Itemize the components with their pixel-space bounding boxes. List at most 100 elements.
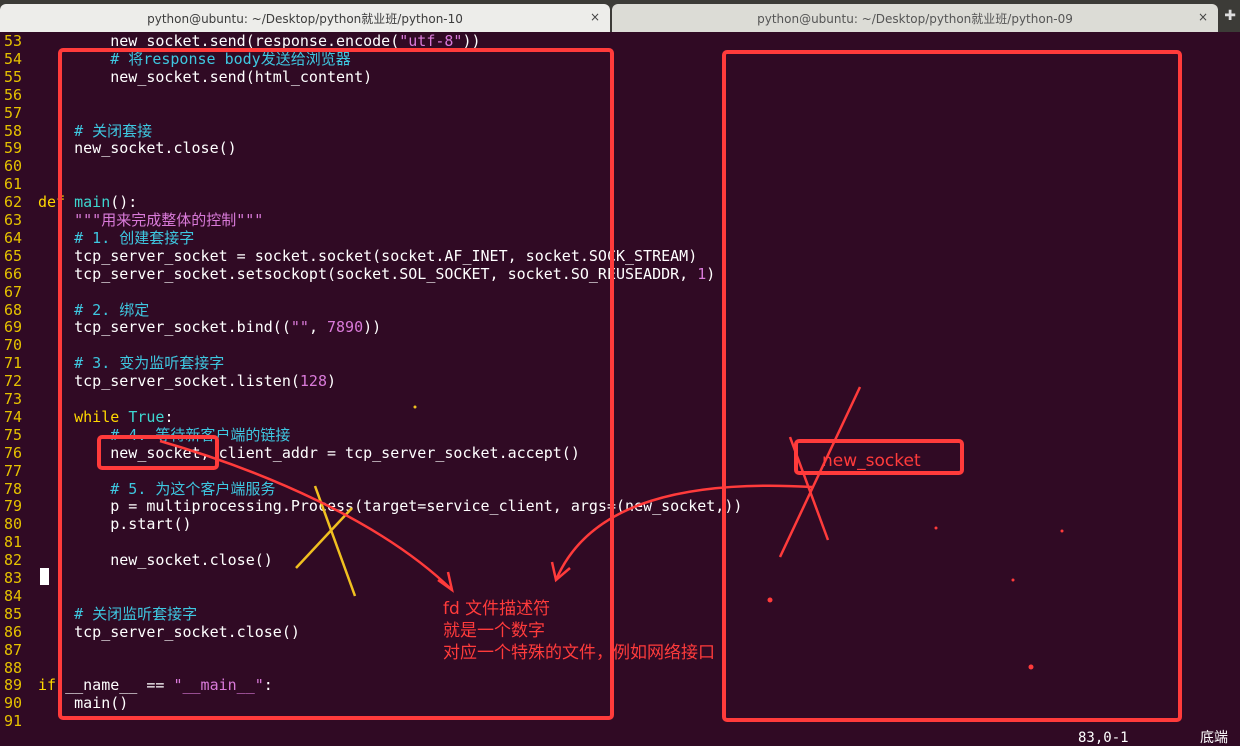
code-token: if bbox=[38, 676, 66, 695]
line-number: 59 bbox=[4, 139, 23, 158]
code-line: 64 # 1. 创建套接字 bbox=[0, 229, 194, 247]
code-line: 78 # 5. 为这个客户端服务 bbox=[0, 480, 275, 498]
code-token: tcp_server_socket.setsockopt(socket.SOL_… bbox=[38, 264, 698, 283]
line-number: 55 bbox=[4, 67, 23, 86]
code-line: 72 tcp_server_socket.listen(128) bbox=[0, 372, 336, 390]
line-number: 57 bbox=[4, 103, 23, 122]
line-number: 60 bbox=[4, 157, 23, 176]
code-token: 1 bbox=[697, 264, 707, 283]
code-line: 90 main() bbox=[0, 694, 128, 712]
code-token: : bbox=[263, 676, 273, 695]
line-number: 75 bbox=[4, 425, 23, 444]
code-line: 61 bbox=[0, 175, 38, 193]
code-line: 67 bbox=[0, 283, 38, 301]
code-token: # 关闭套接 bbox=[38, 121, 153, 140]
line-number: 73 bbox=[4, 390, 23, 408]
line-number: 71 bbox=[4, 354, 23, 373]
line-number: 72 bbox=[4, 372, 23, 391]
code-token: p.start() bbox=[38, 515, 192, 534]
code-token: "utf-8" bbox=[399, 32, 463, 50]
line-number: 76 bbox=[4, 443, 23, 462]
code-token: new_socket.close() bbox=[38, 139, 237, 158]
code-line: 84 bbox=[0, 587, 38, 605]
tab-label: python@ubuntu: ~/Desktop/python就业班/pytho… bbox=[757, 11, 1073, 26]
dot bbox=[934, 526, 938, 530]
process-highlight-box bbox=[722, 50, 1182, 722]
line-number: 67 bbox=[4, 282, 23, 301]
code-line: 55 new_socket.send(html_content) bbox=[0, 68, 372, 86]
dot bbox=[413, 405, 417, 409]
tab-python-10[interactable]: python@ubuntu: ~/Desktop/python就业班/pytho… bbox=[0, 4, 610, 32]
line-number: 56 bbox=[4, 85, 23, 104]
code-line: 85 # 关闭监听套接字 bbox=[0, 605, 197, 623]
code-line: 69 tcp_server_socket.bind(("", 7890)) bbox=[0, 318, 381, 336]
code-token: # 5. 为这个客户端服务 bbox=[38, 479, 276, 498]
code-token: new_socket.send(response.encode( bbox=[38, 32, 400, 50]
line-number: 54 bbox=[4, 49, 23, 68]
code-token: 128 bbox=[299, 372, 327, 391]
code-token: p = multiprocessing.Process(target=servi… bbox=[38, 497, 743, 516]
code-token: __name__ == bbox=[65, 676, 174, 695]
tab-bar: python@ubuntu: ~/Desktop/python就业班/pytho… bbox=[0, 0, 1240, 32]
line-number: 81 bbox=[4, 533, 23, 552]
line-number: 79 bbox=[4, 497, 23, 516]
close-icon[interactable]: × bbox=[590, 10, 600, 24]
code-line: 53 new_socket.send(response.encode("utf-… bbox=[0, 32, 481, 50]
fd-note-line-1: fd 文件描述符 bbox=[443, 599, 551, 619]
line-number: 66 bbox=[4, 264, 23, 283]
fd-note-line-3: 对应一个特殊的文件，例如网络接口 bbox=[443, 643, 715, 663]
dot bbox=[1028, 664, 1034, 670]
code-token: ) bbox=[327, 372, 337, 391]
line-number: 58 bbox=[4, 121, 23, 140]
new-socket-label: new_socket bbox=[822, 451, 921, 471]
line-number: 85 bbox=[4, 604, 23, 623]
code-line: 77 bbox=[0, 462, 38, 480]
code-token: "" bbox=[290, 318, 309, 337]
tab-label: python@ubuntu: ~/Desktop/python就业班/pytho… bbox=[147, 11, 463, 26]
code-line: 58 # 关闭套接 bbox=[0, 122, 152, 140]
close-icon[interactable]: × bbox=[1198, 10, 1208, 24]
code-line: 60 bbox=[0, 157, 38, 175]
line-number: 53 bbox=[4, 32, 23, 50]
arrowhead bbox=[550, 561, 571, 583]
code-line: 82 new_socket.close() bbox=[0, 551, 273, 569]
line-number: 91 bbox=[4, 712, 23, 731]
code-line: 74 while True: bbox=[0, 408, 173, 426]
code-token: )) bbox=[363, 318, 382, 337]
red-cross-line bbox=[778, 386, 862, 558]
scroll-indicator: 底端 bbox=[1200, 730, 1228, 746]
tab-python-09[interactable]: python@ubuntu: ~/Desktop/python就业班/pytho… bbox=[612, 4, 1218, 32]
line-number: 77 bbox=[4, 461, 23, 480]
code-line: 76 new_socket, client_addr = tcp_server_… bbox=[0, 444, 580, 462]
dot bbox=[1060, 529, 1064, 533]
code-token: new_socket, client_addr = tcp_server_soc… bbox=[38, 443, 580, 462]
line-number: 70 bbox=[4, 336, 23, 355]
code-line: 56 bbox=[0, 86, 38, 104]
line-number: 61 bbox=[4, 175, 23, 194]
code-token: # 2. 绑定 bbox=[38, 300, 150, 319]
code-line: 89 if __name__ == "__main__": bbox=[0, 676, 273, 694]
code-line: 57 bbox=[0, 104, 38, 122]
line-number: 87 bbox=[4, 640, 23, 659]
code-line: 87 bbox=[0, 641, 38, 659]
code-line: 59 new_socket.close() bbox=[0, 139, 237, 157]
line-number: 64 bbox=[4, 228, 23, 247]
cursor-position: 83,0-1 bbox=[1078, 730, 1129, 746]
code-line: 83 bbox=[0, 569, 38, 587]
plus-icon[interactable]: ✚ bbox=[1224, 8, 1236, 24]
code-line: 54 # 将response body发送给浏览器 bbox=[0, 50, 351, 68]
code-token: tcp_server_socket.bind(( bbox=[38, 318, 291, 337]
code-line: 86 tcp_server_socket.close() bbox=[0, 623, 300, 641]
line-number: 80 bbox=[4, 515, 23, 534]
code-token: # 关闭监听套接字 bbox=[38, 604, 198, 623]
dot bbox=[1011, 578, 1015, 582]
code-token: , bbox=[308, 318, 327, 337]
code-token: """用来完成整体的控制""" bbox=[38, 211, 264, 229]
line-number: 68 bbox=[4, 300, 23, 319]
code-line: 81 bbox=[0, 533, 38, 551]
code-token: main bbox=[74, 193, 111, 212]
code-token: new_socket.close() bbox=[38, 551, 273, 570]
code-line: 68 # 2. 绑定 bbox=[0, 301, 149, 319]
line-number: 65 bbox=[4, 246, 23, 265]
code-token: 7890 bbox=[327, 318, 364, 337]
